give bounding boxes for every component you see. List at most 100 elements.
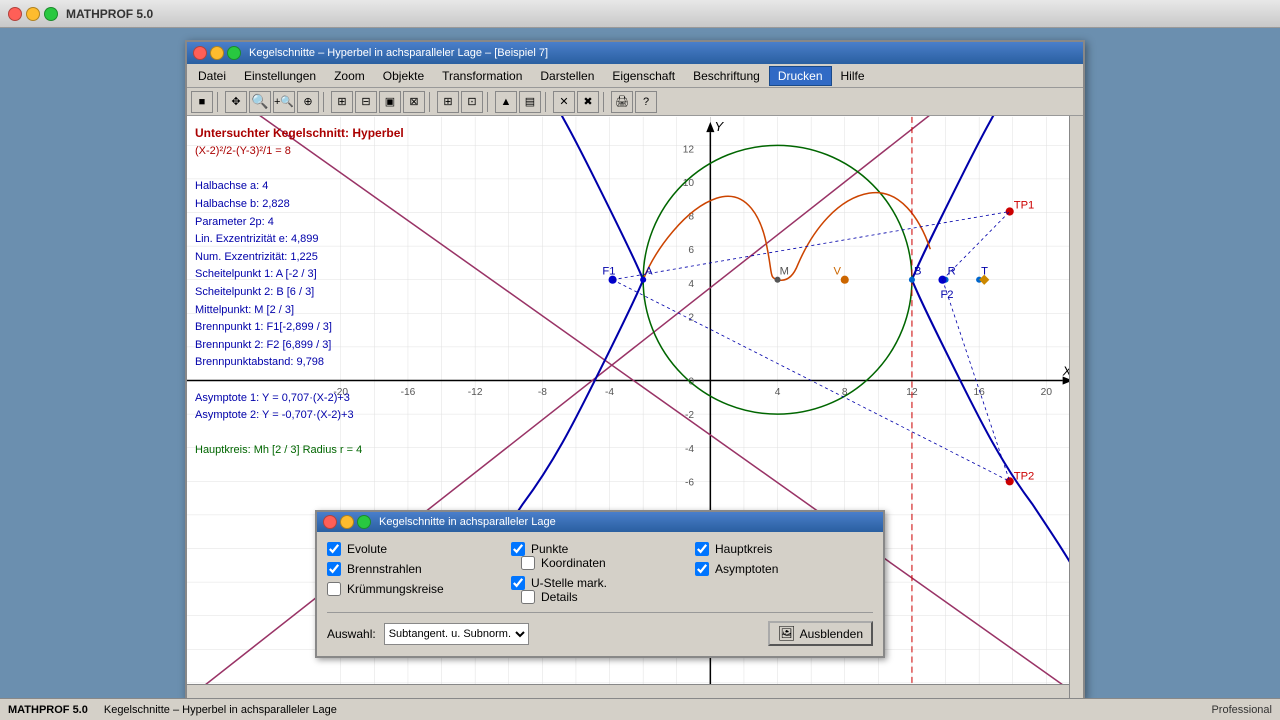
- svg-text:4: 4: [775, 387, 781, 398]
- ausblenden-btn[interactable]: 🖼 Ausblenden: [768, 621, 873, 646]
- cb-koordinaten-label: Koordinaten: [541, 556, 606, 570]
- auswahl-label: Auswahl:: [327, 627, 376, 641]
- dialog-col-3: Hauptkreis Asymptoten: [695, 542, 873, 604]
- cb-punkte[interactable]: Punkte: [511, 542, 689, 556]
- dialog-window: Kegelschnitte in achsparalleler Lage Evo…: [315, 510, 885, 658]
- cb-punkte-input[interactable]: [511, 542, 525, 556]
- dialog-close-btn[interactable]: [323, 515, 337, 529]
- menu-eigenschaft[interactable]: Eigenschaft: [603, 66, 684, 86]
- svg-text:B: B: [914, 266, 921, 278]
- toolbar-zoom-reset-btn[interactable]: ⊕: [297, 91, 319, 113]
- cb-koordinaten-input[interactable]: [521, 556, 535, 570]
- toolbar-expand-btn[interactable]: ⊠: [403, 91, 425, 113]
- cb-brennstrahlen-input[interactable]: [327, 562, 341, 576]
- svg-text:F1: F1: [602, 266, 615, 278]
- svg-text:-4: -4: [605, 387, 614, 398]
- cb-kruemmungskreise[interactable]: Krümmungskreise: [327, 582, 505, 596]
- cb-asymptoten[interactable]: Asymptoten: [695, 562, 873, 576]
- cb-kruemmungskreise-input[interactable]: [327, 582, 341, 596]
- cb-details-label: Details: [541, 590, 578, 604]
- toolbar-up-btn[interactable]: ▲: [495, 91, 517, 113]
- dialog-grid: Evolute Brennstrahlen Krümmungskreise Pu…: [327, 542, 873, 604]
- svg-text:-8: -8: [538, 387, 547, 398]
- main-min-btn[interactable]: [210, 46, 224, 60]
- menu-beschriftung[interactable]: Beschriftung: [684, 66, 769, 86]
- menu-datei[interactable]: Datei: [189, 66, 235, 86]
- cb-evolute[interactable]: Evolute: [327, 542, 505, 556]
- cb-punkte-label: Punkte: [531, 542, 568, 556]
- toolbar-print-btn[interactable]: 🖨: [611, 91, 633, 113]
- main-close-btn[interactable]: [193, 46, 207, 60]
- dialog-col-2: Punkte Koordinaten U-Stelle mark. Detail…: [511, 542, 689, 604]
- cb-evolute-input[interactable]: [327, 542, 341, 556]
- svg-text:F2: F2: [940, 289, 953, 301]
- toolbar-move-btn[interactable]: ✥: [225, 91, 247, 113]
- max-btn[interactable]: [44, 7, 58, 21]
- scrollbar-horizontal[interactable]: [187, 684, 1069, 698]
- svg-text:6: 6: [688, 245, 694, 256]
- toolbar-help-btn[interactable]: ?: [635, 91, 657, 113]
- svg-text:4: 4: [688, 279, 694, 290]
- ausblenden-icon: 🖼: [778, 625, 796, 642]
- cb-ustelle-label: U-Stelle mark.: [531, 576, 607, 590]
- bottom-edition: Professional: [1211, 704, 1272, 716]
- cb-details[interactable]: Details: [521, 590, 689, 604]
- toolbar-sep-2: [323, 92, 327, 112]
- main-max-btn[interactable]: [227, 46, 241, 60]
- svg-text:M: M: [780, 266, 789, 278]
- cb-evolute-label: Evolute: [347, 542, 387, 556]
- bottom-doc-title: Kegelschnitte – Hyperbel in achsparallel…: [104, 704, 1212, 716]
- toolbar-grid-btn[interactable]: ⊞: [331, 91, 353, 113]
- toolbar-zoom-out-btn[interactable]: 🔍: [249, 91, 271, 113]
- menu-drucken[interactable]: Drucken: [769, 66, 832, 86]
- svg-text:-16: -16: [401, 387, 416, 398]
- toolbar-fit-btn[interactable]: ⊟: [355, 91, 377, 113]
- menu-darstellen[interactable]: Darstellen: [531, 66, 603, 86]
- cb-brennstrahlen[interactable]: Brennstrahlen: [327, 562, 505, 576]
- svg-text:TP2: TP2: [1014, 470, 1035, 482]
- scrollbar-vertical[interactable]: [1069, 116, 1083, 698]
- menu-zoom[interactable]: Zoom: [325, 66, 374, 86]
- cb-ustelle[interactable]: U-Stelle mark.: [511, 576, 689, 590]
- svg-text:R: R: [948, 266, 956, 278]
- min-btn[interactable]: [26, 7, 40, 21]
- toolbar-square-btn[interactable]: ■: [191, 91, 213, 113]
- svg-text:2: 2: [688, 312, 694, 323]
- dialog-max-btn[interactable]: [357, 515, 371, 529]
- menu-einstellungen[interactable]: Einstellungen: [235, 66, 325, 86]
- svg-text:-6: -6: [685, 477, 694, 488]
- dialog-min-btn[interactable]: [340, 515, 354, 529]
- toolbar-close-btn[interactable]: ✕: [553, 91, 575, 113]
- cb-brennstrahlen-label: Brennstrahlen: [347, 562, 422, 576]
- toolbar-zoom-in-btn[interactable]: +🔍: [273, 91, 295, 113]
- dialog-col-1: Evolute Brennstrahlen Krümmungskreise: [327, 542, 505, 604]
- menu-bar: Datei Einstellungen Zoom Objekte Transfo…: [187, 64, 1083, 88]
- toolbar-x-btn[interactable]: ✖: [577, 91, 599, 113]
- cb-ustelle-input[interactable]: [511, 576, 525, 590]
- menu-hilfe[interactable]: Hilfe: [832, 66, 874, 86]
- cb-hauptkreis[interactable]: Hauptkreis: [695, 542, 873, 556]
- svg-text:A: A: [645, 266, 653, 278]
- svg-text:-4: -4: [685, 444, 694, 455]
- svg-text:-12: -12: [468, 387, 483, 398]
- main-window-title: Kegelschnitte – Hyperbel in achsparallel…: [249, 47, 548, 59]
- cb-hauptkreis-label: Hauptkreis: [715, 542, 772, 556]
- toolbar-layout-btn[interactable]: ▤: [519, 91, 541, 113]
- cb-details-input[interactable]: [521, 590, 535, 604]
- svg-text:12: 12: [683, 144, 695, 155]
- toolbar-table2-btn[interactable]: ⊡: [461, 91, 483, 113]
- app-title: MATHPROF 5.0: [66, 7, 153, 21]
- svg-text:V: V: [834, 266, 842, 278]
- auswahl-select[interactable]: Subtangent. u. Subnorm. Tangente u. Norm…: [384, 623, 529, 645]
- toolbar-table-btn[interactable]: ⊞: [437, 91, 459, 113]
- bottom-app-name: MATHPROF 5.0: [8, 704, 88, 716]
- cb-hauptkreis-input[interactable]: [695, 542, 709, 556]
- menu-objekte[interactable]: Objekte: [374, 66, 433, 86]
- bottom-bar: MATHPROF 5.0 Kegelschnitte – Hyperbel in…: [0, 698, 1280, 720]
- close-btn[interactable]: [8, 7, 22, 21]
- svg-text:-20: -20: [333, 387, 348, 398]
- cb-asymptoten-input[interactable]: [695, 562, 709, 576]
- cb-koordinaten[interactable]: Koordinaten: [521, 556, 689, 570]
- toolbar-frame-btn[interactable]: ▣: [379, 91, 401, 113]
- menu-transformation[interactable]: Transformation: [433, 66, 531, 86]
